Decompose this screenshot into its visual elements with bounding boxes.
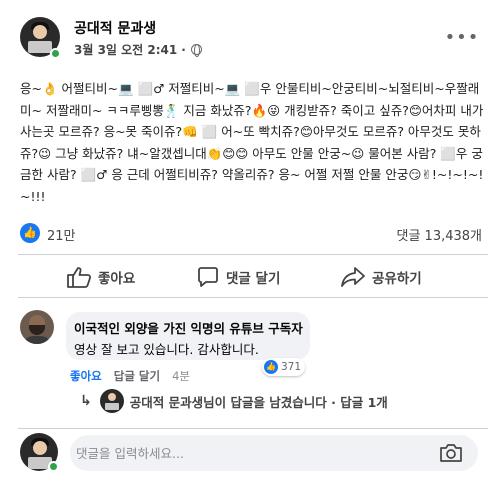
share-button-label: 공유하기 <box>372 271 422 287</box>
share-arrow-icon <box>341 267 365 287</box>
comment-button-label: 댓글 달기 <box>226 271 281 287</box>
comment-reaction[interactable]: 👍 371 <box>262 358 306 376</box>
like-count[interactable]: 21만 <box>47 225 76 244</box>
meta-separator: · <box>181 42 186 57</box>
like-button[interactable]: 좋아요 <box>66 263 135 291</box>
comment-composer <box>18 428 488 476</box>
comment-input-box[interactable] <box>70 435 478 471</box>
comment-time: 4분 <box>172 369 190 383</box>
commenter-name[interactable]: 이국적인 외양을 가진 익명의 유튜브 구독자 <box>74 318 303 337</box>
reaction-count: 371 <box>281 361 302 373</box>
camera-icon[interactable] <box>438 441 464 465</box>
comment-links: 좋아요 답글 달기 4분 <box>70 368 190 384</box>
comment-button[interactable]: 댓글 달기 <box>196 263 280 291</box>
post-actions: 좋아요 댓글 달기 공유하기 <box>18 254 488 298</box>
comment-input[interactable] <box>76 443 416 463</box>
post-text: 응~👌 어쩔티비~💻 ⬜♂ 저쩔티비~💻 ⬜우 안물티비~안궁티비~뇌절티비~우… <box>20 81 484 204</box>
post-header: 공대적 문과생 3월 3일 오전 2:41 · ••• <box>18 14 488 68</box>
like-button-label: 좋아요 <box>98 271 136 287</box>
speech-bubble-icon <box>198 267 218 287</box>
comment-like-link[interactable]: 좋아요 <box>70 368 102 384</box>
online-status-dot <box>50 48 61 59</box>
like-badge-icon: 👍 <box>20 223 40 243</box>
post-stats: 👍 21만 댓글 13,438개 <box>18 220 488 248</box>
comment-bubble: 이국적인 외양을 가진 익명의 유튜브 구독자 영상 잘 보고 있습니다. 감사… <box>66 312 310 360</box>
like-reaction-icon: 👍 <box>264 360 278 374</box>
more-options-icon[interactable]: ••• <box>444 24 480 52</box>
comment-text: 영상 잘 보고 있습니다. 감사합니다. <box>74 342 259 357</box>
share-button[interactable]: 공유하기 <box>340 263 422 291</box>
comment-reply-link[interactable]: 답글 달기 <box>114 368 160 384</box>
globe-icon <box>190 44 202 57</box>
commenter-avatar[interactable] <box>20 310 54 344</box>
current-user-online-dot <box>48 461 59 472</box>
comment-count[interactable]: 댓글 13,438개 <box>397 225 483 244</box>
post-author-name[interactable]: 공대적 문과생 <box>74 18 156 38</box>
post-meta: 3월 3일 오전 2:41 · <box>74 41 202 58</box>
view-replies-link[interactable]: ↳ 공대적 문과생님이 답글을 남겼습니다 · 답글 1개 <box>80 386 388 416</box>
thumbs-up-icon <box>67 267 92 288</box>
reply-arrow-icon: ↳ <box>80 393 92 409</box>
reply-summary: 공대적 문과생님이 답글을 남겼습니다 · 답글 1개 <box>129 394 388 410</box>
post-date[interactable]: 3월 3일 오전 2:41 <box>74 41 177 58</box>
reply-author-avatar <box>99 389 124 413</box>
comment-item: 이국적인 외양을 가진 익명의 유튜브 구독자 영상 잘 보고 있습니다. 감사… <box>18 306 488 422</box>
